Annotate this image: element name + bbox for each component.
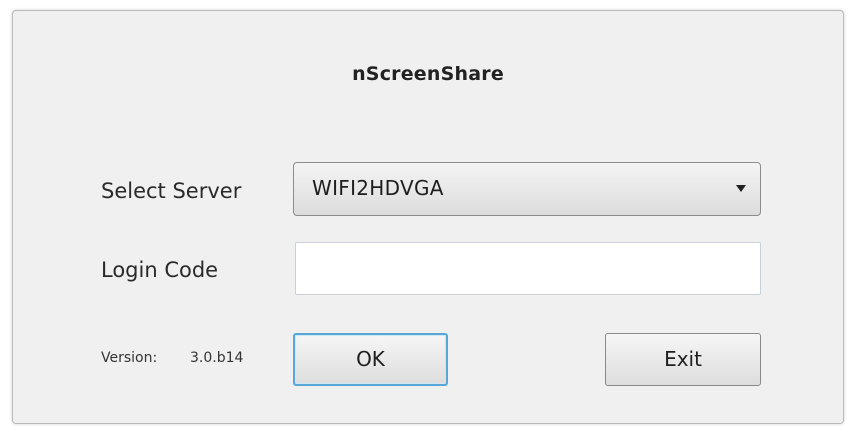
ok-button[interactable]: OK [293, 333, 448, 386]
version-label: Version: [101, 350, 158, 366]
dialog-title: nScreenShare [352, 63, 504, 85]
server-select-value: WIFI2HDVGA [312, 176, 444, 200]
select-server-label: Select Server [101, 179, 242, 203]
server-select[interactable]: WIFI2HDVGA [293, 162, 761, 216]
chevron-down-icon [736, 185, 746, 192]
exit-button[interactable]: Exit [605, 333, 761, 386]
login-code-label: Login Code [101, 258, 219, 282]
version-value: 3.0.b14 [190, 350, 244, 366]
nscreenshare-dialog: nScreenShare Select Server WIFI2HDVGA Lo… [12, 10, 844, 424]
login-code-input[interactable] [295, 242, 761, 295]
